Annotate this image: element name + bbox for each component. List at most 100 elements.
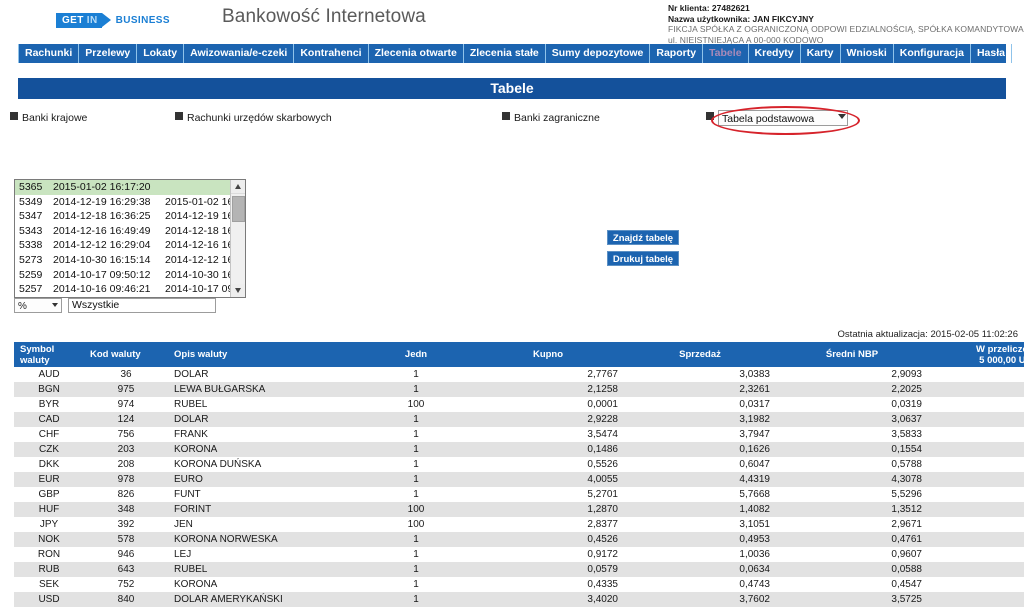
sublink-rachunki-urzedow-skarbowych[interactable]: Rachunki urzędów skarbowych [175,112,332,124]
listbox-item-date-to: 2014-12-16 16:49:49 [165,239,231,252]
print-table-button[interactable]: Drukuj tabelę [607,251,679,266]
nav-item-lokaty[interactable]: Lokaty [137,44,185,63]
currency-rates-table: Symbol waluty Kod waluty Opis waluty Jed… [14,342,1024,607]
cell-sell: 3,7947 [624,427,776,442]
cell-buy: 0,4335 [472,577,624,592]
listbox-item-date-from: 2014-10-30 16:15:14 [53,253,151,266]
cell-conversion: 4147,00 [928,472,1024,487]
cell-buy: 0,1486 [472,442,624,457]
cell-sell: 0,1626 [624,442,776,457]
listbox-filter-row: % [14,298,246,313]
cell-description: KORONA [168,442,360,457]
client-username: Nazwa użytkownika: JAN FIKCYJNY [668,13,814,24]
nav-item-has-a[interactable]: Hasła [971,44,1012,63]
nav-item-przelewy[interactable]: Przelewy [79,44,138,63]
table-type-select-value[interactable]: Tabela podstawowa [718,110,848,126]
cell-unit: 1 [360,487,472,502]
cell-buy: 0,0579 [472,562,624,577]
column-header-conversion-line1: W przeliczeniu [976,343,1024,355]
filter-text-input[interactable] [68,298,216,313]
percent-select[interactable]: % [14,298,62,313]
nav-item-kredyty[interactable]: Kredyty [749,44,801,63]
cell-sell: 1,4082 [624,502,776,517]
cell-symbol: DKK [14,457,84,472]
nav-item-rachunki[interactable]: Rachunki [18,44,80,63]
nav-item-wnioski[interactable]: Wnioski [841,44,894,63]
table-row: DKK208KORONA DUŃSKA10,55260,60470,578830… [14,457,1024,472]
cell-conversion: 4985,00 [928,427,1024,442]
cell-code: 975 [84,382,168,397]
cell-unit: 1 [360,412,472,427]
listbox-item[interactable]: 5257 2014-10-16 09:46:21 2014-10-17 09:50:… [15,282,231,297]
listbox-item[interactable]: 5338 2014-12-12 16:29:04 2014-12-16 16:49:… [15,238,231,253]
listbox-rows-area[interactable]: 5365 2015-01-02 16:17:20 5349 2014-12-19 16… [15,180,231,297]
listbox-item[interactable]: 5273 2014-10-30 16:15:14 2014-12-12 16:29:… [15,253,231,268]
cell-code: 578 [84,532,168,547]
column-header-conversion-line2: 5 000,00 USD [979,354,1024,366]
cell-description: FRANK [168,427,360,442]
scroll-down-arrow-icon[interactable] [231,284,245,297]
nav-item-zlecenia-otwarte[interactable]: Zlecenia otwarte [369,44,464,63]
cell-unit: 1 [360,442,472,457]
nav-item-zlecenia-sta-e[interactable]: Zlecenia stałe [464,44,546,63]
table-versions-listbox[interactable]: 5365 2015-01-02 16:17:20 5349 2014-12-19 16… [14,179,246,298]
listbox-item-date-to: 2014-10-30 16:15:14 [165,268,231,281]
cell-description: RUBEL [168,397,360,412]
nav-item-karty[interactable]: Karty [801,44,841,63]
scrollbar-thumb[interactable] [232,196,245,222]
cell-symbol: CHF [14,427,84,442]
listbox-item-date-from: 2014-12-19 16:29:38 [53,195,151,208]
nav-item-komunikaty[interactable]: Komunikaty [1012,44,1024,63]
cell-nbp-average: 2,2025 [776,382,928,397]
nav-item-awizowania-e-czeki[interactable]: Awizowania/e-czeki [184,44,295,63]
listbox-item-date-to: 2014-12-18 16:36:25 [165,224,231,237]
cell-unit: 1 [360,367,472,382]
sublink-label: Rachunki urzędów skarbowych [187,112,332,124]
cell-unit: 1 [360,457,472,472]
chevron-down-icon [52,303,58,307]
cell-symbol: RUB [14,562,84,577]
nav-item-tabele[interactable]: Tabele [703,44,749,63]
listbox-item[interactable]: 5349 2014-12-19 16:29:38 2015-01-02 16:17:… [15,195,231,210]
column-header-description: Opis waluty [168,342,360,367]
scroll-up-arrow-icon[interactable] [231,180,245,194]
table-row: SEK752KORONA10,43350,47430,454739284,00 [14,577,1024,592]
listbox-item[interactable]: 5365 2015-01-02 16:17:20 [15,180,231,195]
cell-symbol: BYR [14,397,84,412]
listbox-item[interactable]: 5343 2014-12-16 16:49:49 2014-12-18 16:36:… [15,224,231,239]
listbox-item-date-from: 2014-10-17 09:50:12 [53,268,151,281]
cell-nbp-average: 0,5788 [776,457,928,472]
nav-item-kontrahenci[interactable]: Kontrahenci [294,44,369,63]
cell-conversion: 18593,00 [928,547,1024,562]
square-bullet-icon [10,112,18,120]
cell-description: KORONA [168,577,360,592]
cell-conversion: 1321973,00 [928,502,1024,517]
listbox-item[interactable]: 5347 2014-12-18 16:36:25 2014-12-19 16:29:… [15,209,231,224]
listbox-item[interactable]: 5259 2014-10-17 09:50:12 2014-10-30 16:15:… [15,268,231,283]
listbox-scrollbar[interactable] [230,180,245,297]
column-header-code: Kod waluty [84,342,168,367]
cell-symbol: USD [14,592,84,607]
sublink-table-type[interactable] [706,112,718,124]
table-type-select[interactable]: Tabela podstawowa [718,110,850,128]
table-row: CAD124DOLAR12,92283,19823,06375830,00 [14,412,1024,427]
cell-symbol: JPY [14,517,84,532]
sublink-banki-zagraniczne[interactable]: Banki zagraniczne [502,112,600,124]
find-table-button[interactable]: Znajdź tabelę [607,230,679,245]
cell-nbp-average: 4,3078 [776,472,928,487]
table-row: NOK 578 KORONA NORWESKA 1 0,4526 0,4953 0,4761… [14,532,1024,547]
nav-item-sumy-depozytowe[interactable]: Sumy depozytowe [546,44,651,63]
sublink-banki-krajowe[interactable]: Banki krajowe [10,112,87,124]
nav-item-konfiguracja[interactable]: Konfiguracja [894,44,971,63]
cell-description: FORINT [168,502,360,517]
cell-description: JEN [168,517,360,532]
cell-description: KORONA NORWESKA [168,532,360,547]
cell-buy: 3,4020 [472,592,624,607]
cell-conversion: 8110,00 [928,382,1024,397]
cell-unit: 1 [360,532,472,547]
cell-sell: 2,3261 [624,382,776,397]
cell-description: DOLAR [168,412,360,427]
nav-item-raporty[interactable]: Raporty [650,44,704,63]
client-number: Nr klienta: 27482621 [668,3,750,13]
table-row: USD 840 DOLAR AMERYKAŃSKI 1 3,4020 3,7602 3,57… [14,592,1024,607]
